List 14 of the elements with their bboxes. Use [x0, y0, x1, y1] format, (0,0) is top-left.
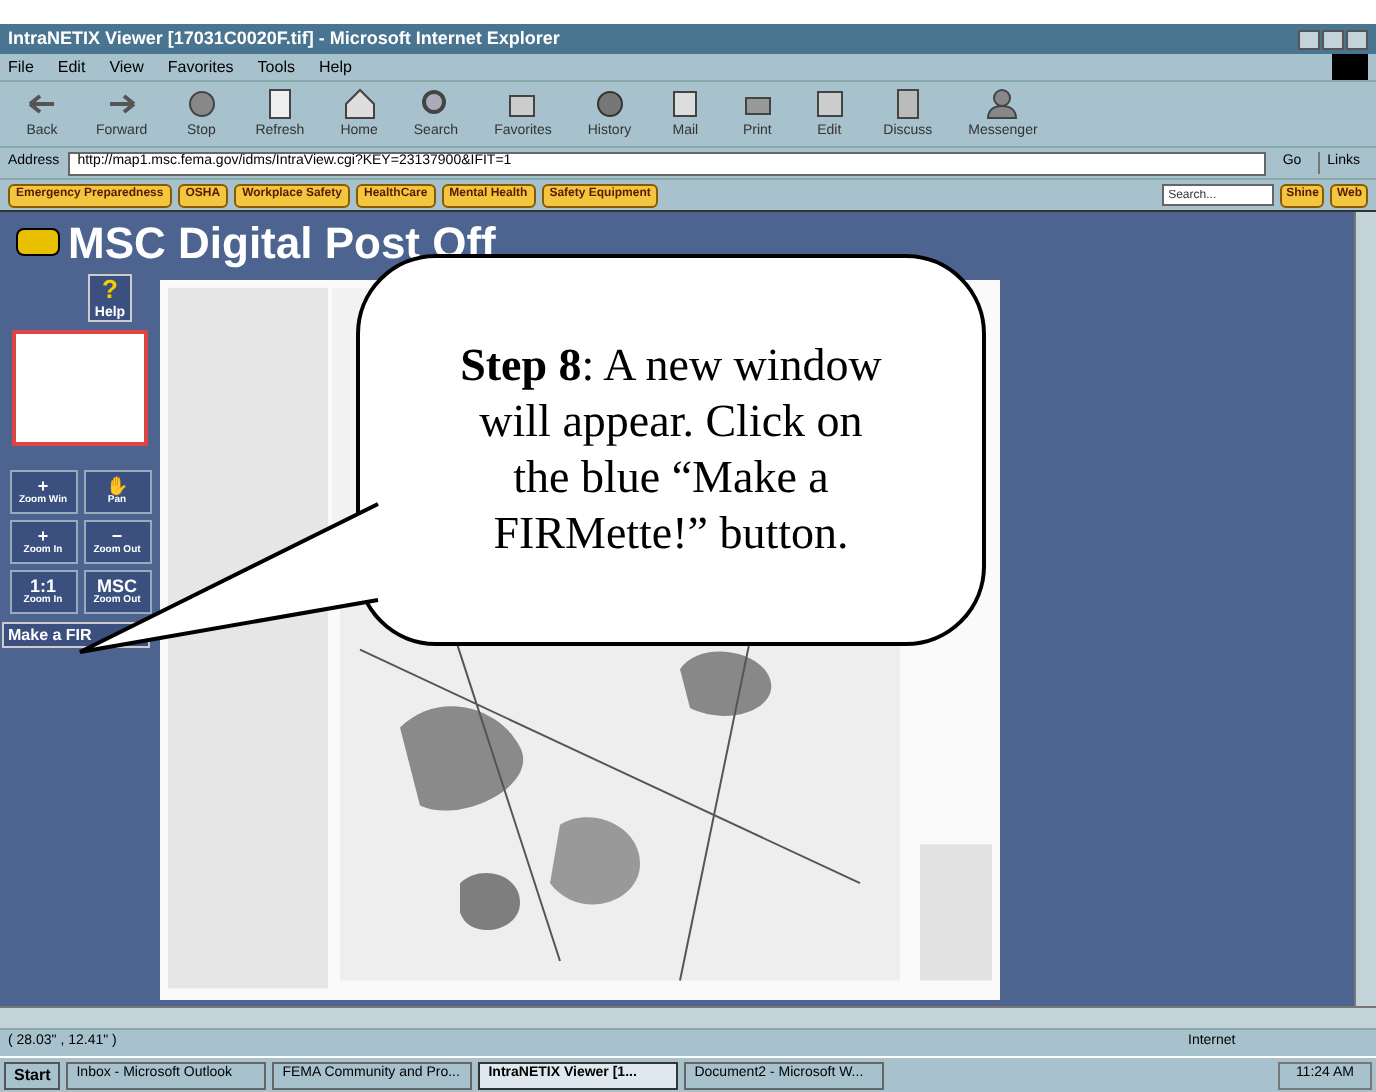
vertical-scrollbar[interactable]	[1354, 212, 1376, 1006]
window-title: IntraNETIX Viewer [17031C0020F.tif] - Microsoft Internet Explorer	[8, 25, 562, 52]
menu-item[interactable]: Edit	[57, 55, 86, 79]
thumbnail[interactable]	[12, 330, 148, 446]
menu-item[interactable]: Help	[318, 55, 352, 79]
menu-item[interactable]: Tools	[257, 55, 295, 79]
menu-item[interactable]: File	[8, 55, 34, 79]
menu-item[interactable]: Favorites	[167, 55, 234, 79]
callout-text: Step 8: A new window will appear. Click on the blue “Make a FIRMette!” button.	[458, 338, 884, 562]
messenger-icon	[984, 85, 1021, 122]
home-icon	[341, 85, 378, 122]
menu-item[interactable]: View	[109, 55, 144, 79]
horizontal-scrollbar[interactable]	[0, 1006, 1376, 1028]
start-button[interactable]: Start	[4, 1061, 61, 1089]
